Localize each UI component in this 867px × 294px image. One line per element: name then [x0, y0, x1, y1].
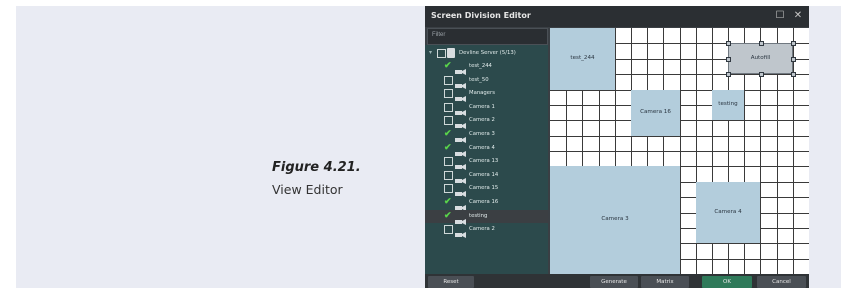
- tree-item-camera[interactable]: Camera 2: [425, 114, 548, 130]
- camera-label: test_50: [469, 76, 489, 83]
- camera-icon: [455, 63, 466, 75]
- camera-label: testing: [469, 212, 488, 219]
- figure-caption: View Editor: [272, 182, 343, 197]
- resize-handle[interactable]: [791, 41, 796, 46]
- checkbox-unchecked-icon[interactable]: [444, 170, 453, 180]
- camera-label: Camera 14: [469, 171, 499, 178]
- reset-button[interactable]: Reset: [428, 276, 474, 288]
- camera-label: Camera 16: [469, 199, 499, 205]
- view-tile[interactable]: Camera 3: [550, 166, 680, 274]
- camera-label: test_244: [469, 63, 492, 69]
- checkbox-unchecked-icon[interactable]: [444, 116, 453, 126]
- tile-label: testing: [718, 101, 738, 107]
- resize-handle[interactable]: [726, 41, 731, 46]
- camera-label: Managers: [469, 90, 495, 97]
- view-tile[interactable]: testing: [712, 90, 744, 120]
- checkbox-checked-icon[interactable]: ✔: [444, 197, 453, 206]
- camera-icon: [455, 77, 466, 89]
- camera-icon: [455, 213, 466, 225]
- generate-button[interactable]: Generate: [590, 276, 638, 288]
- resize-handle[interactable]: [758, 72, 764, 77]
- camera-icon: [455, 158, 466, 171]
- tree-item-camera[interactable]: test_50: [425, 74, 548, 89]
- footer-bar: Reset Generate Matrix OK Cancel: [425, 274, 809, 288]
- tile-label: Camera 16: [640, 109, 671, 115]
- checkbox-checked-icon[interactable]: ✔: [444, 142, 453, 152]
- checkbox-unchecked-icon[interactable]: [444, 157, 453, 167]
- camera-icon: [455, 90, 466, 103]
- resize-handle[interactable]: [758, 41, 764, 46]
- camera-icon: [455, 104, 466, 116]
- tree-item-camera[interactable]: Managers: [425, 87, 548, 103]
- figure-number: Figure 4.21.: [272, 160, 361, 175]
- resize-handle[interactable]: [791, 56, 796, 62]
- checkbox-unchecked-icon[interactable]: [444, 75, 453, 85]
- tile-label: Camera 3: [601, 216, 629, 222]
- tree-item-camera[interactable]: ✔ Camera 16: [425, 196, 548, 211]
- resize-handle[interactable]: [791, 72, 796, 77]
- server-label: Devline Server (5/13): [459, 50, 516, 56]
- camera-icon: [455, 145, 466, 157]
- camera-label: Camera 1: [469, 103, 495, 110]
- view-tile[interactable]: Camera 4: [696, 182, 760, 243]
- server-checkbox[interactable]: [437, 49, 446, 58]
- tile-label: Camera 4: [714, 208, 742, 215]
- camera-label: Camera 15: [469, 185, 499, 192]
- tree-item-camera[interactable]: ✔ test_244: [425, 60, 548, 75]
- matrix-button[interactable]: Matrix: [641, 276, 689, 288]
- camera-icon: [455, 172, 466, 184]
- camera-label: Camera 3: [469, 131, 495, 137]
- checkbox-unchecked-icon[interactable]: [444, 184, 453, 194]
- screen-division-editor-window: Screen Division Editor ☐ ✕ Filter ▾ Devl…: [425, 6, 809, 288]
- camera-label: Camera 13: [469, 158, 499, 165]
- screen-division-grid[interactable]: test_244 Camera 16 testing Camera 3 Camera 4…: [550, 28, 809, 274]
- tree-item-camera[interactable]: Camera 2: [425, 223, 548, 239]
- camera-icon: [455, 199, 466, 211]
- camera-icon: [455, 226, 466, 239]
- view-tile[interactable]: Autofill: [726, 41, 796, 77]
- tree-item-camera[interactable]: Camera 13: [425, 155, 548, 171]
- tile-label: Autofill: [750, 54, 771, 61]
- cancel-button[interactable]: Cancel: [757, 276, 806, 288]
- checkbox-unchecked-icon[interactable]: [444, 102, 453, 112]
- grid-line-horizontal: [550, 151, 809, 152]
- filter-placeholder: Filter: [432, 32, 446, 38]
- close-icon[interactable]: ✕: [791, 9, 805, 23]
- maximize-icon[interactable]: ☐: [773, 9, 787, 23]
- camera-label: Camera 4: [469, 144, 495, 151]
- tree-item-camera[interactable]: ✔ Camera 3: [425, 128, 548, 143]
- checkbox-unchecked-icon[interactable]: [444, 225, 453, 235]
- camera-label: Camera 2: [469, 117, 495, 124]
- checkbox-checked-icon[interactable]: ✔: [444, 61, 453, 70]
- tree-item-camera[interactable]: Camera 14: [425, 169, 548, 184]
- checkbox-unchecked-icon[interactable]: [444, 89, 453, 99]
- tree-item-server[interactable]: ▾ Devline Server (5/13): [425, 47, 548, 60]
- camera-icon: [455, 117, 466, 130]
- camera-icon: [455, 131, 466, 143]
- expand-arrow-icon[interactable]: ▾: [429, 49, 432, 56]
- view-tile[interactable]: Camera 16: [631, 90, 680, 136]
- checkbox-checked-icon[interactable]: ✔: [444, 210, 453, 220]
- checkbox-checked-icon[interactable]: ✔: [444, 129, 453, 138]
- tile-label: test_244: [570, 55, 595, 61]
- tree-item-camera[interactable]: ✔ Camera 4: [425, 142, 548, 157]
- grid-line-horizontal: [550, 136, 809, 137]
- view-tile[interactable]: test_244: [550, 28, 615, 90]
- server-icon: [447, 48, 455, 58]
- camera-tree: ▾ Devline Server (5/13) ✔ test_244 test_50…: [425, 45, 548, 274]
- tree-item-camera[interactable]: ✔ testing: [425, 209, 548, 225]
- title-bar: Screen Division Editor ☐ ✕: [425, 6, 809, 27]
- tree-item-camera[interactable]: Camera 1: [425, 101, 548, 116]
- ok-button[interactable]: OK: [702, 276, 752, 288]
- resize-handle[interactable]: [726, 72, 731, 77]
- camera-label: Camera 2: [469, 226, 495, 233]
- window-title: Screen Division Editor: [431, 11, 531, 20]
- tree-item-camera[interactable]: Camera 15: [425, 182, 548, 198]
- filter-input[interactable]: Filter: [427, 28, 548, 45]
- camera-icon: [455, 185, 466, 198]
- resize-handle[interactable]: [726, 56, 731, 62]
